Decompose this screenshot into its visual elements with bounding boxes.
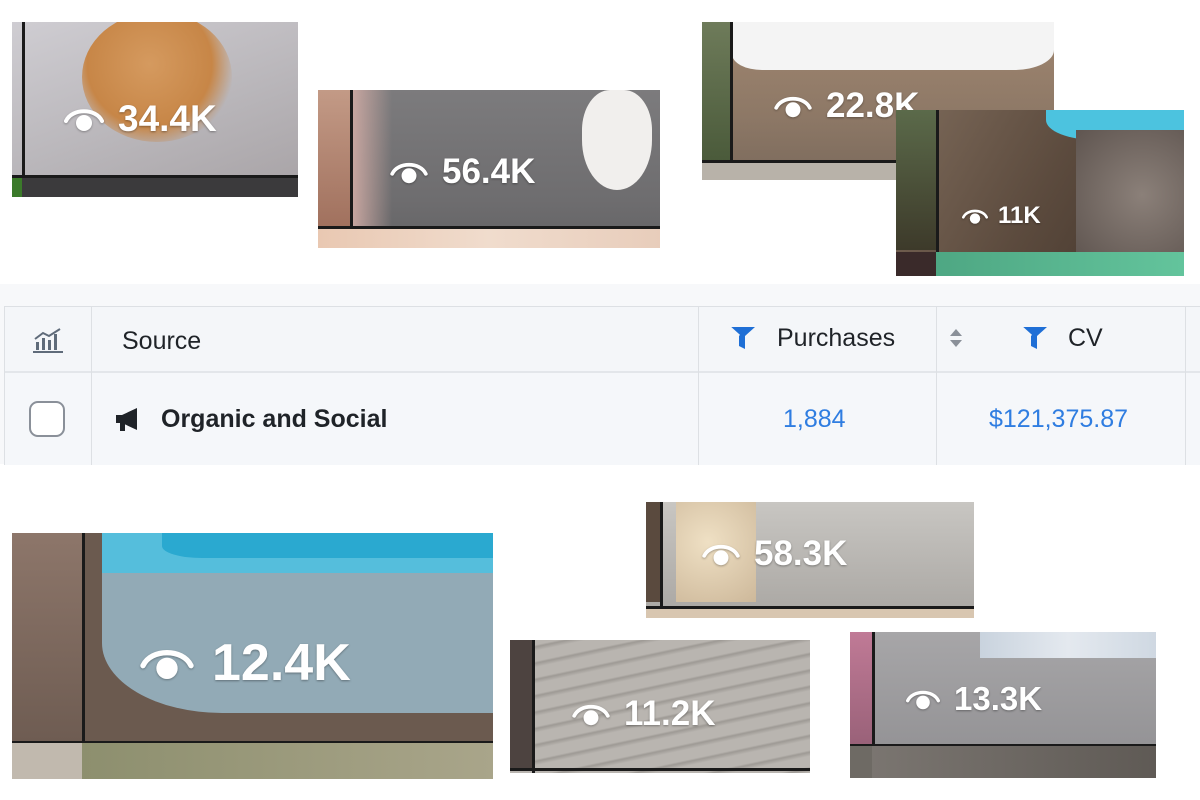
view-count-label: 13.3K [954, 680, 1043, 717]
video-thumbnail-6[interactable]: 58.3K [646, 502, 974, 618]
video-thumbnail-5[interactable]: 12.4K [12, 533, 493, 779]
view-count-label: 12.4K [212, 634, 351, 692]
view-count: 11K [962, 202, 1041, 230]
view-count: 13.3K [906, 680, 1042, 718]
video-thumbnail-1[interactable]: 34.4K [12, 22, 298, 197]
eye-icon [906, 690, 940, 710]
eye-icon [140, 650, 194, 679]
row-cv[interactable]: $121,375.87 [989, 405, 1128, 434]
view-count-label: 11K [998, 202, 1041, 229]
video-thumbnail-7[interactable]: 11.2K [510, 640, 810, 773]
view-count: 56.4K [390, 152, 535, 192]
cv-header[interactable]: CV [1068, 324, 1103, 353]
view-count: 12.4K [140, 633, 351, 693]
video-thumbnail-2[interactable]: 56.4K [318, 90, 660, 248]
eye-icon [572, 704, 610, 726]
view-count: 11.2K [572, 694, 715, 734]
row-source[interactable]: Organic and Social [161, 405, 387, 434]
table-header: Source Purchases CV [5, 307, 1200, 373]
purchases-header[interactable]: Purchases [777, 324, 895, 353]
sort-arrows-icon[interactable] [949, 327, 963, 354]
bar-chart-icon[interactable] [33, 327, 63, 358]
megaphone-icon [113, 407, 143, 438]
source-header[interactable]: Source [122, 327, 201, 356]
attribution-table: Source Purchases CV Organic and Social 1… [4, 306, 1200, 465]
funnel-icon[interactable] [727, 325, 757, 356]
video-thumbnail-8[interactable]: 13.3K [850, 632, 1156, 778]
funnel-icon[interactable] [1019, 325, 1049, 356]
eye-icon [390, 162, 428, 184]
view-count: 58.3K [702, 534, 847, 574]
view-count-label: 34.4K [118, 98, 217, 139]
view-count-label: 11.2K [624, 694, 716, 733]
video-thumbnail-4[interactable]: 11K [896, 110, 1184, 276]
eye-icon [702, 544, 740, 566]
view-count: 34.4K [64, 98, 217, 140]
row-checkbox[interactable] [29, 401, 65, 437]
table-row[interactable]: Organic and Social 1,884 $121,375.87 [5, 373, 1200, 465]
eye-icon [962, 209, 988, 224]
eye-icon [64, 109, 104, 131]
eye-icon [774, 96, 812, 118]
view-count-label: 56.4K [442, 152, 536, 191]
row-purchases[interactable]: 1,884 [783, 405, 846, 434]
view-count-label: 58.3K [754, 534, 848, 573]
